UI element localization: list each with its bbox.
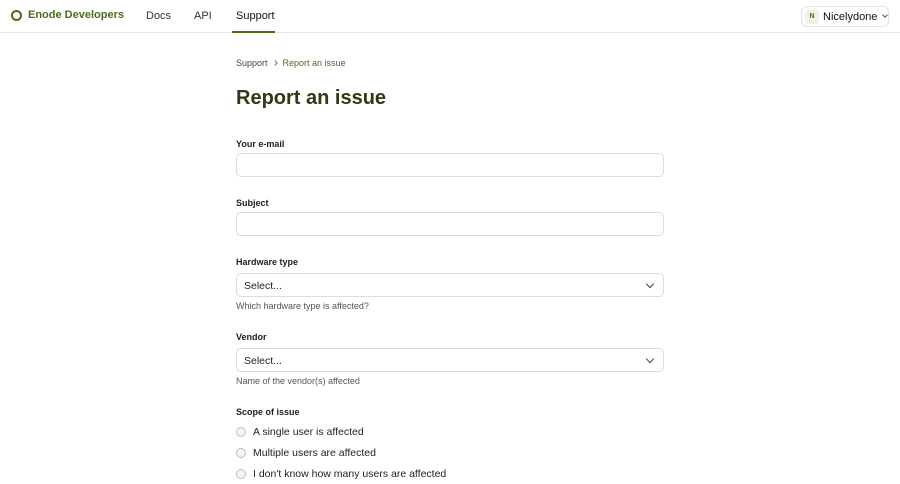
nav-docs[interactable]: Docs [146, 10, 171, 22]
account-menu-button[interactable]: N Nicelydone [801, 6, 889, 27]
scope-label: Scope of issue [236, 407, 300, 417]
scope-option-multiple[interactable]: Multiple users are affected [236, 447, 376, 459]
page-title: Report an issue [236, 87, 387, 109]
radio-label: Multiple users are affected [253, 447, 376, 459]
nav-support[interactable]: Support [236, 10, 275, 22]
chevron-down-icon [645, 279, 655, 289]
email-field[interactable] [236, 153, 664, 177]
subject-field[interactable] [236, 212, 664, 236]
vendor-value: Select... [244, 355, 282, 367]
radio-button[interactable] [236, 469, 246, 479]
hardware-type-label: Hardware type [236, 257, 299, 267]
scope-option-unknown[interactable]: I don't know how many users are affected [236, 468, 446, 480]
chevron-down-icon [882, 12, 889, 18]
breadcrumb-support-link[interactable]: Support [236, 58, 268, 68]
enode-logo-icon [11, 9, 22, 21]
chevron-down-icon [645, 354, 655, 364]
brand-name: Enode Developers [28, 9, 124, 21]
vendor-select[interactable]: Select... [236, 348, 664, 372]
hardware-type-value: Select... [244, 280, 282, 292]
chevron-right-icon [271, 60, 278, 66]
vendor-label: Vendor [236, 332, 267, 342]
radio-label: A single user is affected [253, 426, 364, 438]
top-navigation-bar: Enode Developers Docs API Support N Nice… [0, 0, 900, 33]
account-name: Nicelydone [823, 10, 878, 23]
radio-button[interactable] [236, 448, 246, 458]
breadcrumb: Support Report an issue [236, 58, 346, 68]
radio-label: I don't know how many users are affected [253, 468, 447, 480]
hardware-type-select[interactable]: Select... [236, 273, 664, 297]
scope-option-single[interactable]: A single user is affected [236, 426, 364, 438]
hardware-type-help: Which hardware type is affected? [236, 301, 369, 311]
avatar: N [805, 9, 819, 24]
radio-button[interactable] [236, 427, 246, 437]
brand-logo-link[interactable]: Enode Developers [11, 9, 124, 21]
nav-api[interactable]: API [194, 10, 212, 22]
vendor-help: Name of the vendor(s) affected [236, 376, 360, 386]
breadcrumb-current: Report an issue [282, 58, 346, 68]
active-nav-indicator [232, 31, 275, 33]
subject-label: Subject [236, 198, 269, 208]
email-label: Your e-mail [236, 139, 285, 149]
